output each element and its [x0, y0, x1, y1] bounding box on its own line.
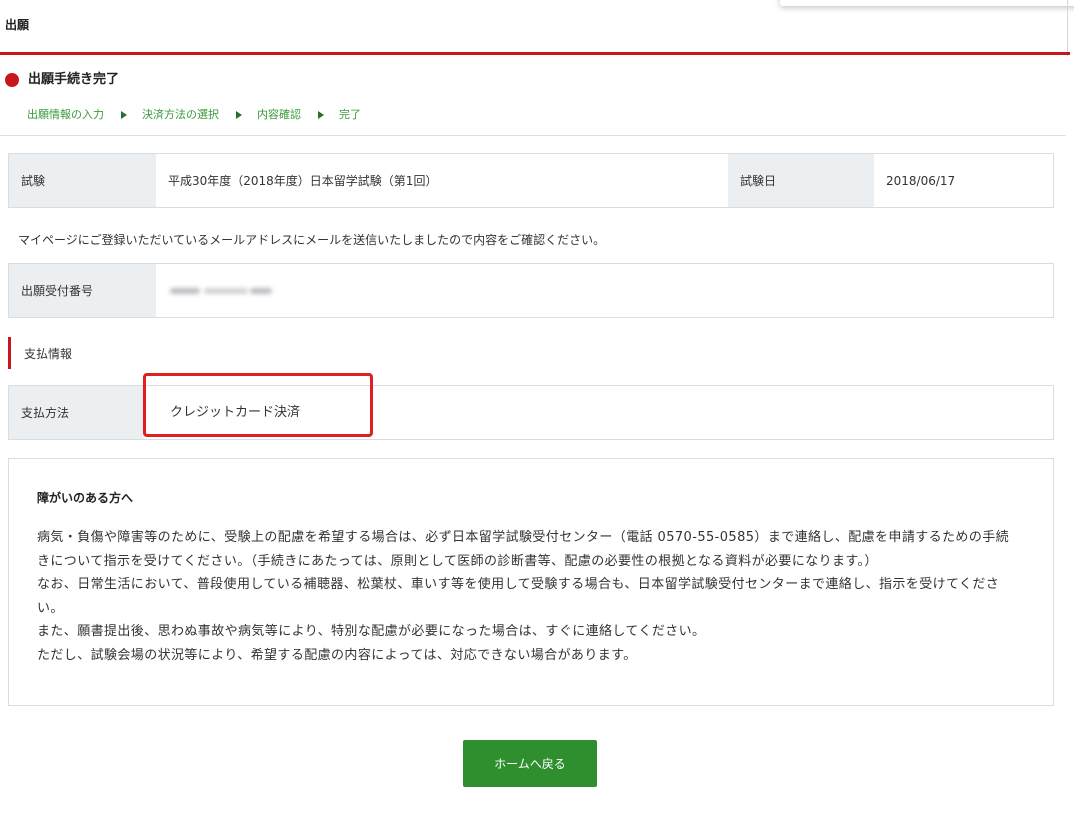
- notice-paragraph: ただし、試験会場の状況等により、希望する配慮の内容によっては、対応できない場合が…: [37, 647, 637, 663]
- email-sent-message: マイページにご登録いただいているメールアドレスにメールを送信いたしましたので内容…: [18, 233, 606, 247]
- notice-title: 障がいのある方へ: [37, 491, 134, 505]
- triangle-right-icon: [236, 111, 242, 119]
- header-divider: [0, 52, 1070, 55]
- exam-date-value: 2018/06/17: [886, 173, 956, 188]
- highlight-annotation: [143, 373, 373, 437]
- exam-info-row: 試験 平成30年度（2018年度）日本留学試験（第1回） 試験日 2018/06…: [8, 153, 1054, 208]
- step-confirm: 内容確認: [257, 108, 301, 121]
- receipt-number-redacted: [170, 286, 274, 296]
- exam-value: 平成30年度（2018年度）日本留学試験（第1回）: [168, 173, 438, 188]
- red-dot-icon: [5, 73, 19, 87]
- triangle-right-icon: [318, 111, 324, 119]
- notice-paragraph: なお、日常生活において、普段使用している補聴器、松葉杖、車いす等を使用して受験す…: [37, 577, 1000, 616]
- step-input-info: 出願情報の入力: [27, 108, 104, 121]
- notice-box: 障がいのある方へ 病気・負傷や障害等のために、受験上の配慮を希望する場合は、必ず…: [8, 458, 1054, 706]
- home-button[interactable]: ホームへ戻る: [463, 740, 597, 787]
- header-title: 出願: [5, 18, 30, 32]
- payment-method-label: 支払方法: [9, 386, 144, 439]
- notice-paragraph: また、願書提出後、思わぬ事故や病気等により、特別な配慮が必要になった場合は、すぐ…: [37, 624, 706, 639]
- payment-section-title: 支払情報: [24, 347, 73, 361]
- application-complete-page: 出願 出願手続き完了 出願情報の入力 決済方法の選択 内容確認 完了 試験 平成…: [0, 0, 1074, 816]
- step-complete: 完了: [339, 108, 361, 121]
- exam-label: 試験: [9, 154, 156, 207]
- exam-date-label: 試験日: [728, 154, 874, 207]
- step-payment-method: 決済方法の選択: [142, 108, 219, 121]
- notice-body: 病気・負傷や障害等のために、受験上の配慮を希望する場合は、必ず日本留学試験受付セ…: [37, 526, 1017, 667]
- section-marker: [8, 337, 11, 369]
- receipt-number-row: 出願受付番号: [8, 263, 1054, 318]
- notice-paragraph: 病気・負傷や障害等のために、受験上の配慮を希望する場合は、必ず日本留学試験受付セ…: [37, 530, 1010, 569]
- progress-steps: 出願情報の入力 決済方法の選択 内容確認 完了: [27, 108, 361, 122]
- receipt-number-value: [156, 264, 1053, 317]
- triangle-right-icon: [121, 111, 127, 119]
- section-divider: [0, 135, 1066, 136]
- page-title: 出願手続き完了: [28, 72, 120, 87]
- overlay-panel-edge: [780, 0, 1074, 6]
- window-right-edge: [1067, 0, 1068, 56]
- receipt-number-label: 出願受付番号: [9, 264, 156, 317]
